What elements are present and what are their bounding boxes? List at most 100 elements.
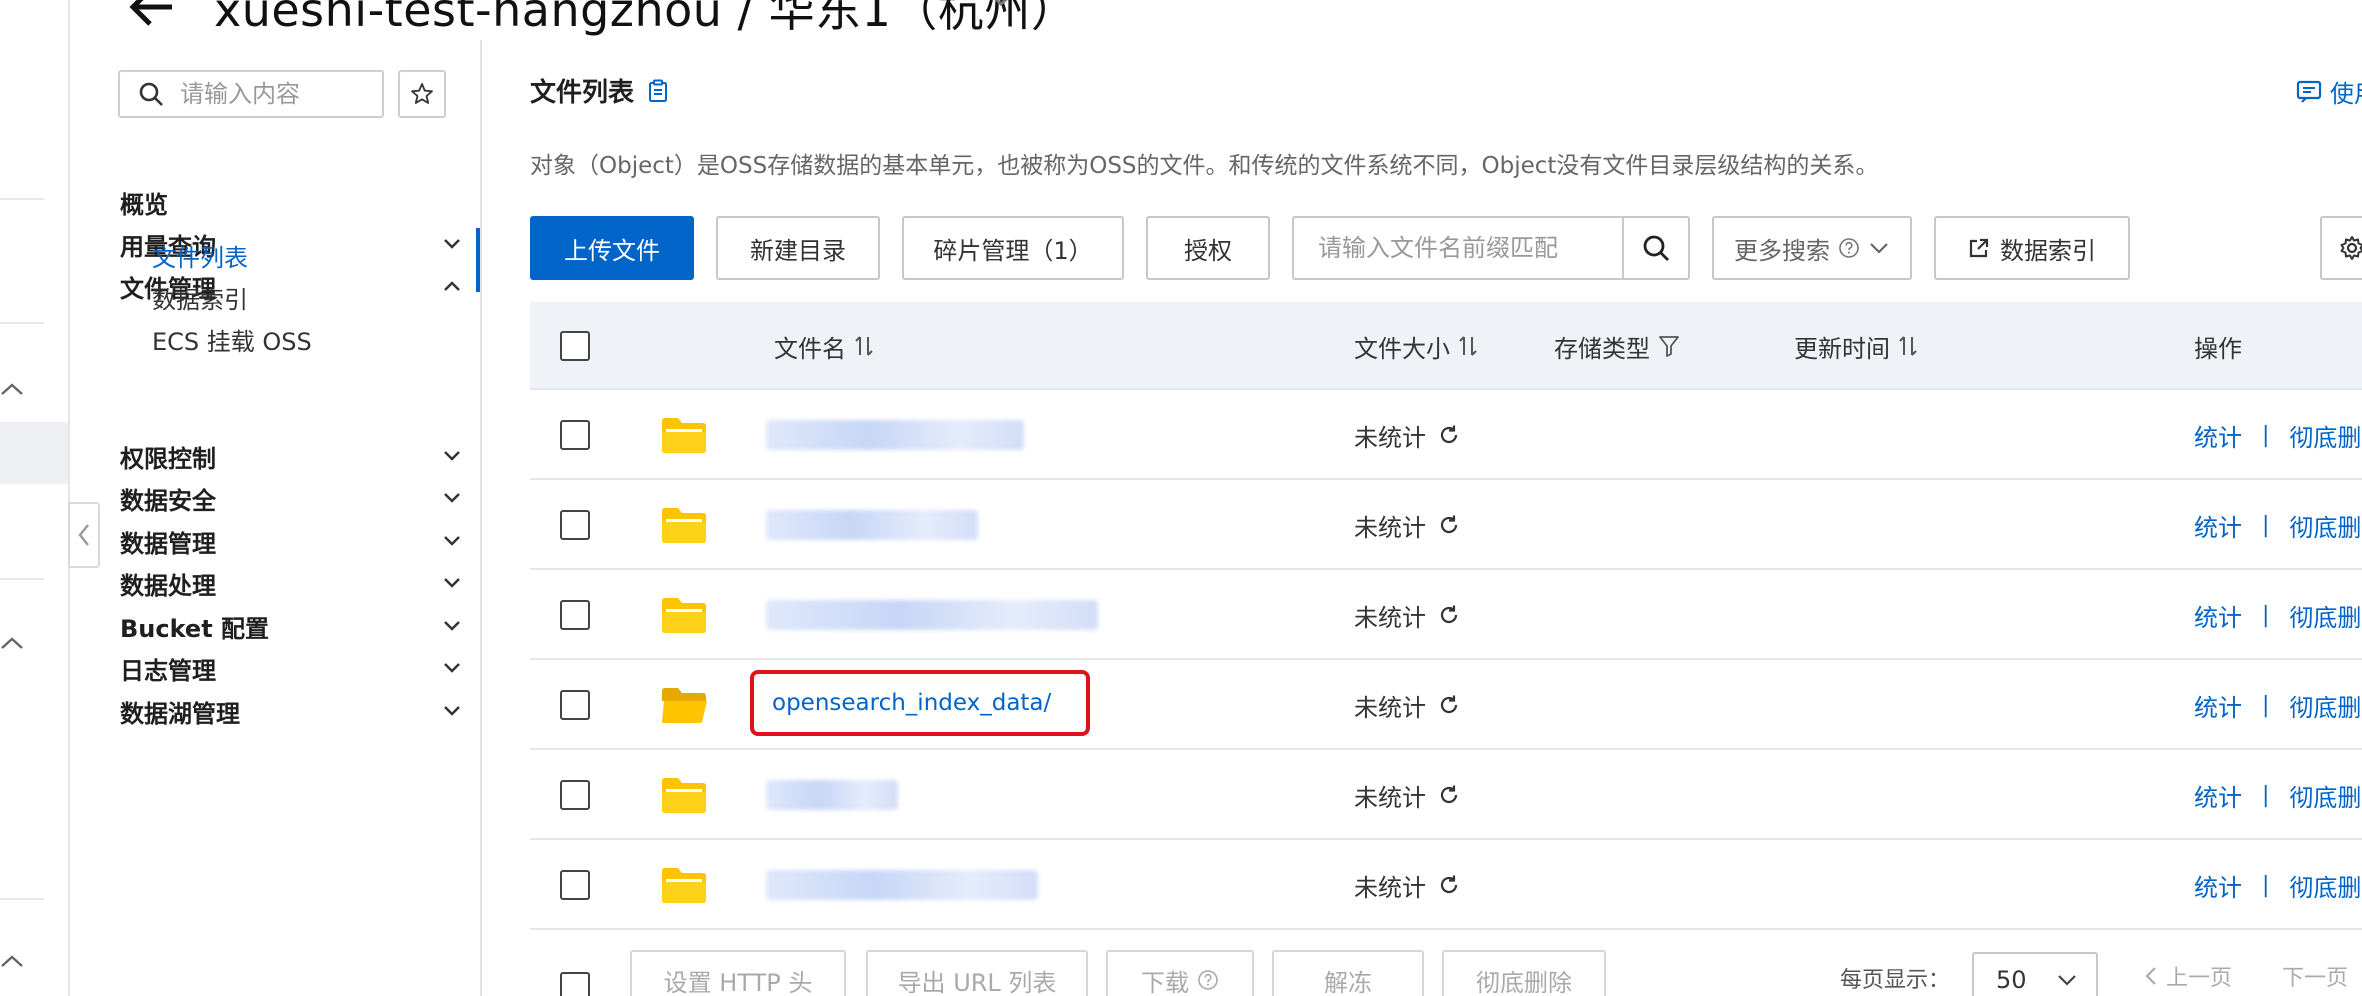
table-row[interactable]: 未统计 统计 | 彻底删除 bbox=[530, 570, 2362, 660]
delete-link[interactable]: 彻底删除 bbox=[2289, 508, 2362, 543]
chevron-down-icon bbox=[444, 239, 460, 249]
file-search-input[interactable] bbox=[1294, 218, 1622, 278]
sidebar-item-access-control[interactable]: 权限控制 bbox=[120, 436, 462, 476]
sidebar-search-box[interactable] bbox=[118, 70, 384, 118]
table-row[interactable]: 未统计 统计 | 彻底删除 bbox=[530, 750, 2362, 840]
more-search-dropdown[interactable]: 更多搜索 bbox=[1712, 216, 1912, 280]
table-row[interactable]: 未统计 统计 | 彻底删除 bbox=[530, 480, 2362, 570]
sidebar-subitem-ecs-mount[interactable]: ECS 挂载 OSS bbox=[152, 322, 312, 357]
chevron-up-icon[interactable] bbox=[0, 378, 24, 402]
chevron-up-icon[interactable] bbox=[0, 950, 24, 974]
download-button[interactable]: 下载 bbox=[1106, 950, 1254, 996]
sidebar-collapse-button[interactable] bbox=[68, 502, 100, 568]
folder-icon bbox=[662, 778, 706, 813]
back-arrow-icon[interactable] bbox=[126, 0, 176, 32]
column-header-size[interactable]: 文件大小 bbox=[1354, 302, 1478, 390]
column-header-updated[interactable]: 更新时间 bbox=[1794, 302, 1918, 390]
stats-link[interactable]: 统计 bbox=[2194, 508, 2242, 543]
sidebar-item-overview[interactable]: 概览 bbox=[120, 182, 462, 222]
delete-link[interactable]: 彻底删除 bbox=[2289, 778, 2362, 813]
chevron-up-icon[interactable] bbox=[0, 632, 24, 656]
column-header-name[interactable]: 文件名 bbox=[774, 302, 874, 390]
sort-icon[interactable] bbox=[854, 334, 874, 358]
set-http-header-button[interactable]: 设置 HTTP 头 bbox=[630, 950, 846, 996]
file-name[interactable] bbox=[766, 390, 1024, 480]
file-name[interactable] bbox=[766, 480, 978, 570]
refresh-icon[interactable] bbox=[1438, 694, 1460, 716]
export-url-list-button[interactable]: 导出 URL 列表 bbox=[866, 950, 1088, 996]
table-row[interactable]: 未统计 统计 | 彻底删除 bbox=[530, 390, 2362, 480]
delete-link[interactable]: 彻底删除 bbox=[2289, 868, 2362, 903]
row-checkbox[interactable] bbox=[560, 780, 590, 810]
refresh-icon[interactable] bbox=[1438, 784, 1460, 806]
new-directory-button[interactable]: 新建目录 bbox=[716, 216, 880, 280]
main-content: 文件列表 使用 对象（Object）是OSS存储数据的基本单元，也被称为OSS的… bbox=[484, 40, 2362, 996]
file-search-button[interactable] bbox=[1622, 218, 1688, 278]
data-index-button[interactable]: 数据索引 bbox=[1934, 216, 2130, 280]
sidebar-search-input[interactable] bbox=[180, 80, 360, 108]
row-checkbox[interactable] bbox=[560, 690, 590, 720]
sidebar-item-log-management[interactable]: 日志管理 bbox=[120, 648, 462, 688]
redacted-file-name[interactable] bbox=[766, 420, 1024, 450]
delete-link[interactable]: 彻底删除 bbox=[2289, 688, 2362, 723]
authorize-button[interactable]: 授权 bbox=[1146, 216, 1270, 280]
next-page-button[interactable]: 下一页 bbox=[2282, 960, 2348, 992]
download-label: 下载 bbox=[1141, 968, 1189, 996]
stats-link[interactable]: 统计 bbox=[2194, 868, 2242, 903]
bulk-delete-button[interactable]: 彻底删除 bbox=[1442, 950, 1606, 996]
separator: | bbox=[2262, 782, 2270, 808]
rail-selected-item[interactable] bbox=[0, 422, 68, 484]
prev-page-button[interactable]: 上一页 bbox=[2144, 960, 2232, 992]
stats-link[interactable]: 统计 bbox=[2194, 688, 2242, 723]
redacted-file-name[interactable] bbox=[766, 870, 1038, 900]
sidebar-item-data-processing[interactable]: 数据处理 bbox=[120, 563, 462, 603]
refresh-icon[interactable] bbox=[1438, 514, 1460, 536]
refresh-icon[interactable] bbox=[1438, 874, 1460, 896]
sidebar-item-data-management[interactable]: 数据管理 bbox=[120, 521, 462, 561]
unfreeze-button[interactable]: 解冻 bbox=[1272, 950, 1424, 996]
row-checkbox[interactable] bbox=[560, 600, 590, 630]
select-all-checkbox[interactable] bbox=[560, 331, 590, 361]
star-icon bbox=[411, 83, 433, 104]
folder-link-opensearch-index-data[interactable]: opensearch_index_data/ bbox=[772, 690, 1051, 716]
row-checkbox[interactable] bbox=[560, 510, 590, 540]
sort-icon[interactable] bbox=[1898, 334, 1918, 358]
sort-icon[interactable] bbox=[1458, 334, 1478, 358]
sidebar-item-bucket-config[interactable]: Bucket 配置 bbox=[120, 606, 462, 646]
file-name[interactable] bbox=[766, 570, 1098, 660]
stats-link[interactable]: 统计 bbox=[2194, 778, 2242, 813]
redacted-file-name[interactable] bbox=[766, 780, 898, 810]
filter-icon[interactable] bbox=[1658, 334, 1680, 358]
sidebar-subitem-data-index[interactable]: 数据索引 bbox=[152, 280, 248, 315]
sidebar-item-data-security[interactable]: 数据安全 bbox=[120, 478, 462, 518]
file-name[interactable] bbox=[766, 750, 898, 840]
delete-link[interactable]: 彻底删除 bbox=[2289, 418, 2362, 453]
table-header: 文件名 文件大小 存储类型 更新时间 操作 bbox=[530, 302, 2362, 390]
delete-link[interactable]: 彻底删除 bbox=[2289, 598, 2362, 633]
usage-guide-link[interactable]: 使用 bbox=[2296, 74, 2362, 109]
footer-select-all-checkbox[interactable] bbox=[560, 972, 590, 996]
row-checkbox[interactable] bbox=[560, 870, 590, 900]
file-name[interactable] bbox=[766, 840, 1038, 930]
table-settings-button[interactable] bbox=[2320, 216, 2362, 280]
fragment-management-button[interactable]: 碎片管理（1） bbox=[902, 216, 1124, 280]
chevron-down-icon[interactable] bbox=[986, 0, 1016, 10]
stats-link[interactable]: 统计 bbox=[2194, 418, 2242, 453]
refresh-icon[interactable] bbox=[1438, 604, 1460, 626]
redacted-file-name[interactable] bbox=[766, 510, 978, 540]
column-header-storage-type[interactable]: 存储类型 bbox=[1554, 302, 1680, 390]
upload-file-button[interactable]: 上传文件 bbox=[530, 216, 694, 280]
stats-link[interactable]: 统计 bbox=[2194, 598, 2242, 633]
rail-divider bbox=[0, 578, 44, 580]
sidebar-item-label: 日志管理 bbox=[120, 656, 216, 685]
sidebar-subitem-file-list[interactable]: 文件列表 bbox=[152, 238, 248, 273]
clipboard-icon[interactable] bbox=[648, 79, 668, 103]
table-row[interactable]: 未统计 统计 | 彻底删除 bbox=[530, 840, 2362, 930]
row-checkbox[interactable] bbox=[560, 420, 590, 450]
favorite-button[interactable] bbox=[398, 70, 446, 118]
refresh-icon[interactable] bbox=[1438, 424, 1460, 446]
table-row[interactable]: opensearch_index_data/ 未统计 统计 | 彻底删除 bbox=[530, 660, 2362, 750]
sidebar-item-data-lake[interactable]: 数据湖管理 bbox=[120, 691, 462, 731]
per-page-select[interactable]: 50 bbox=[1972, 952, 2098, 996]
redacted-file-name[interactable] bbox=[766, 600, 1098, 630]
